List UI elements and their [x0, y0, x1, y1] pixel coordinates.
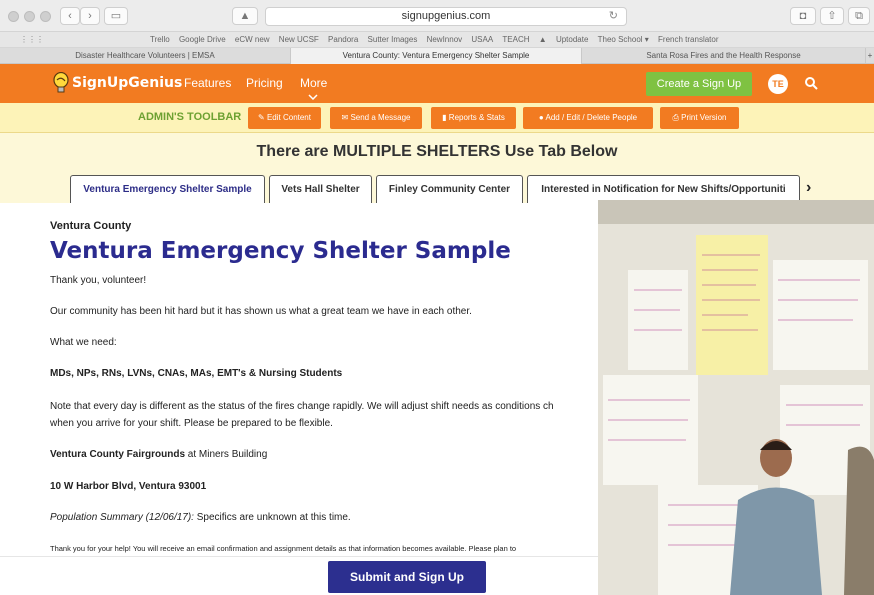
bar-chart-icon: ▮ [442, 113, 449, 122]
back-button[interactable]: ‹ [60, 7, 80, 25]
extension-button[interactable]: ◘ [790, 7, 816, 25]
population-summary-label: Population Summary (12/06/17): [50, 512, 194, 523]
button-label: Edit Content [266, 113, 311, 122]
search-icon[interactable] [804, 76, 818, 90]
print-version-button[interactable]: ⎙ Print Version [660, 107, 739, 129]
bookmark-item[interactable]: Sutter Images [368, 32, 418, 47]
share-button[interactable]: ⇧ [820, 7, 844, 25]
button-label: Send a Message [350, 113, 411, 122]
printer-icon: ⎙ [672, 113, 682, 122]
manage-people-button[interactable]: ● Add / Edit / Delete People [523, 107, 653, 129]
thank-you-text: Thank you, volunteer! [50, 275, 147, 286]
location-text: Ventura County Fairgrounds at Miners Bui… [50, 449, 267, 460]
bookmarks-bar: ⋮⋮⋮ Trello Google Drive eCW new New UCSF… [0, 32, 874, 48]
bookmark-list: Trello Google Drive eCW new New UCSF Pan… [150, 32, 726, 47]
edit-content-button[interactable]: ✎ Edit Content [248, 107, 321, 129]
button-label: Reports & Stats [448, 113, 505, 122]
person-icon: ● [538, 113, 546, 122]
extension-icon: ◘ [799, 10, 807, 22]
send-message-button[interactable]: ✉ Send a Message [330, 107, 422, 129]
bookmark-item[interactable]: NewInnov [427, 32, 463, 47]
button-label: Add / Edit / Delete People [545, 113, 638, 122]
bookmark-item[interactable]: New UCSF [279, 32, 319, 47]
bookmark-item[interactable]: Pandora [328, 32, 358, 47]
bookmark-item[interactable]: ▲ [539, 32, 547, 47]
sidebar-icon: ▭ [110, 10, 122, 22]
lightbulb-icon [53, 72, 69, 93]
bookmark-item[interactable]: eCW new [235, 32, 270, 47]
chevron-right-icon[interactable]: › [806, 179, 811, 197]
note-text-line1: Note that every day is different as the … [50, 401, 554, 412]
tabs-overview-button[interactable]: ⧉ [848, 7, 870, 25]
chevron-down-icon [308, 94, 318, 100]
minimize-window-button[interactable] [24, 11, 35, 22]
submit-signup-button[interactable]: Submit and Sign Up [328, 561, 486, 593]
organization-name: Ventura County [50, 220, 132, 232]
multiple-shelters-headline: There are MULTIPLE SHELTERS Use Tab Belo… [256, 143, 618, 160]
bookmark-item[interactable]: USAA [471, 32, 493, 47]
browser-tab[interactable]: Santa Rosa Fires and the Health Response [582, 48, 866, 64]
roles-needed-text: MDs, NPs, RNs, LVNs, CNAs, MAs, EMT's & … [50, 368, 343, 379]
admin-toolbar: ADMIN'S TOOLBAR ✎ Edit Content ✉ Send a … [0, 103, 874, 133]
tab-ventura-emergency-shelter[interactable]: Ventura Emergency Shelter Sample [70, 175, 265, 203]
share-icon: ⇧ [827, 10, 837, 22]
tabs-icon: ⧉ [855, 10, 863, 22]
video-overlay[interactable] [598, 200, 874, 595]
tab-notification-new-shifts[interactable]: Interested in Notification for New Shift… [527, 175, 800, 203]
new-tab-button[interactable]: + [866, 48, 874, 64]
warning-icon: ▲ [239, 10, 251, 22]
signupgenius-logo[interactable]: SignUpGenius [52, 70, 182, 96]
reload-icon[interactable]: ↻ [609, 8, 618, 25]
site-navbar: SignUpGenius Features Pricing More Creat… [0, 64, 874, 103]
bookmark-item[interactable]: TEACH [502, 32, 529, 47]
reports-stats-button[interactable]: ▮ Reports & Stats [431, 107, 516, 129]
logo-text: SignUpGenius [72, 75, 183, 91]
nav-features[interactable]: Features [184, 76, 231, 90]
browser-titlebar: ‹ › ▭ ▲ signupgenius.com ↻ ◘ ⇧ ⧉ [0, 0, 874, 32]
browser-tab-strip: Disaster Healthcare Volunteers | EMSA Ve… [0, 48, 874, 64]
bookmark-item[interactable]: Google Drive [179, 32, 226, 47]
whiteboard-photo [598, 200, 874, 595]
zoom-window-button[interactable] [40, 11, 51, 22]
shelter-tabs-header: There are MULTIPLE SHELTERS Use Tab Belo… [0, 133, 874, 203]
address-bar[interactable]: signupgenius.com ↻ [265, 7, 627, 26]
what-we-need-text: What we need: [50, 337, 117, 348]
address-text: 10 W Harbor Blvd, Ventura 93001 [50, 481, 207, 492]
pencil-icon: ✎ [258, 113, 267, 122]
bookmark-item[interactable]: Theo School ▾ [598, 32, 649, 47]
url-text: signupgenius.com [401, 10, 491, 22]
nav-more[interactable]: More [300, 76, 327, 90]
bookmark-item[interactable]: Uptodate [556, 32, 588, 47]
note-text-line2: when you arrive for your shift. Please b… [50, 418, 333, 429]
sidebar-button[interactable]: ▭ [104, 7, 128, 25]
tab-finley-community-center[interactable]: Finley Community Center [376, 175, 523, 203]
forward-button[interactable]: › [80, 7, 100, 25]
bookmark-item[interactable]: French translator [658, 32, 718, 47]
button-label: Print Version [681, 113, 727, 122]
confirmation-text: Thank you for your help! You will receiv… [50, 544, 517, 553]
chevron-right-icon: › [88, 10, 92, 22]
location-name: Ventura County Fairgrounds [50, 449, 186, 460]
avatar[interactable]: TE [768, 74, 788, 94]
bookmark-item[interactable]: Trello [150, 32, 170, 47]
admin-toolbar-label: ADMIN'S TOOLBAR [138, 111, 242, 123]
location-detail: at Miners Building [185, 449, 268, 460]
close-window-button[interactable] [8, 11, 19, 22]
community-text: Our community has been hit hard but it h… [50, 306, 472, 317]
page-title: Ventura Emergency Shelter Sample [50, 238, 511, 264]
population-summary-text: Population Summary (12/06/17): Specifics… [50, 512, 351, 523]
population-summary-detail: Specifics are unknown at this time. [193, 512, 351, 523]
nav-pricing[interactable]: Pricing [246, 76, 283, 90]
browser-tab[interactable]: Disaster Healthcare Volunteers | EMSA [0, 48, 291, 64]
tab-vets-hall-shelter[interactable]: Vets Hall Shelter [269, 175, 372, 203]
create-signup-button[interactable]: Create a Sign Up [646, 72, 752, 96]
browser-tab-active[interactable]: Ventura County: Ventura Emergency Shelte… [291, 48, 582, 64]
warning-button[interactable]: ▲ [232, 7, 258, 25]
grid-icon[interactable]: ⋮⋮⋮ [20, 32, 44, 47]
chevron-left-icon: ‹ [68, 10, 72, 22]
